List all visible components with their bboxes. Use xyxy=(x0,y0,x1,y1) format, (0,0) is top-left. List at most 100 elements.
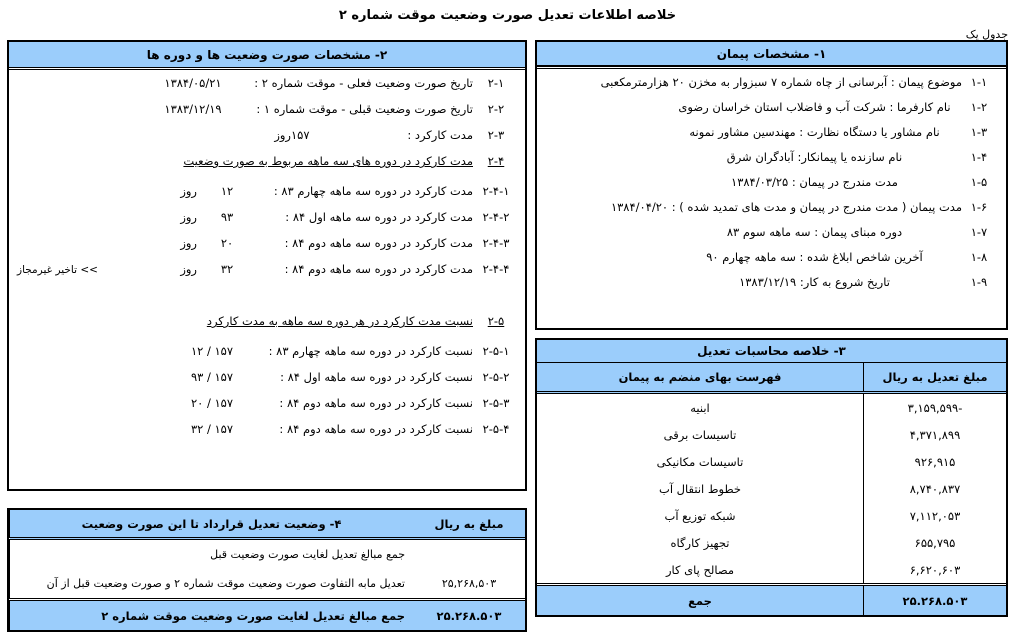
cell-description: تاسیسات مکانیکی xyxy=(656,454,744,469)
cell-description: تجهیز کارگاه xyxy=(670,535,730,550)
cell-description: خطوط انتقال آب xyxy=(659,481,741,496)
period-row-unit: روز xyxy=(274,128,291,142)
group-4-row-label: مدت کارکرد در دوره سه ماهه اول ۸۴ : xyxy=(285,210,473,224)
spec-row-number: ۱-۹ xyxy=(970,275,988,289)
group-5-row: ۲-۵-۴ نسبت کارکرد در دوره سه ماهه دوم ۸۴… xyxy=(9,422,525,448)
column-header-description: ۴- وضعیت تعدیل قرارداد تا این صورت وضعیت xyxy=(9,510,413,540)
group-4-row-unit: روز xyxy=(180,262,197,276)
table-row: ۷,۱۱۲,۰۵۳ شبکه توزیع آب xyxy=(537,502,1006,529)
cell-amount: ۲۵,۲۶۸,۵۰۳ xyxy=(441,577,497,590)
group-4-title-row: ۲-۴ مدت کارکرد در دوره های سه ماهه مربوط… xyxy=(9,154,525,184)
spec-row-text: موضوع پیمان : آبرسانی از چاه شماره ۷ سبز… xyxy=(600,75,962,89)
total-label: جمع مبالغ تعدیل لغایت صورت وضعیت موقت شم… xyxy=(9,598,413,630)
spec-row: ۱-۵ مدت مندرج در پیمان : ۱۳۸۴/۰۳/۲۵ xyxy=(547,175,996,200)
period-row: ۲-۳ مدت کارکرد : ۱۵۷ روز xyxy=(9,128,525,154)
group-5-row-value: ۱۵۷ / ۹۳ xyxy=(190,370,234,384)
group-4-row-number: ۲-۴-۱ xyxy=(482,184,510,198)
group-4-row-unit: روز xyxy=(180,236,197,250)
period-row-value: ۱۵۷ xyxy=(291,128,310,142)
group-4-row-label: مدت کارکرد در دوره سه ماهه چهارم ۸۳ : xyxy=(273,184,473,198)
column-header-amount: مبلغ تعدیل به ریال xyxy=(863,363,1006,394)
section-2-status-and-periods: ۲- مشخصات صورت وضعیت ها و دوره ها ۲-۱ تا… xyxy=(7,40,527,491)
cell-amount: ۷,۱۱۲,۰۵۳ xyxy=(863,502,1006,529)
group-4-row-unit: روز xyxy=(180,210,197,224)
group-4-row-value: ۱۲ xyxy=(220,184,234,198)
page-title: خلاصه اطلاعات تعدیل صورت وضعیت موقت شمار… xyxy=(338,8,677,23)
row-spacer xyxy=(9,288,525,314)
spec-row: ۱-۴ نام سازنده یا پیمانکار: آبادگران شرق xyxy=(547,150,996,175)
section-4-contract-adjustment-status: مبلغ به ریال ۴- وضعیت تعدیل قرارداد تا ا… xyxy=(7,508,527,632)
spec-row: ۱-۲ نام کارفرما : شرکت آب و فاضلاب استان… xyxy=(547,100,996,125)
group-4-row-value: ۳۲ xyxy=(220,262,234,276)
spec-row-text: نام کارفرما : شرکت آب و فاضلاب استان خرا… xyxy=(678,100,951,114)
group-5-row-value: ۱۵۷ / ۱۲ xyxy=(190,344,234,358)
table-row: ۹۲۶,۹۱۵ تاسیسات مکانیکی xyxy=(537,448,1006,475)
section-3-title: ۳- خلاصه محاسبات تعدیل xyxy=(537,340,1006,363)
unauthorized-delay-note: >> تاخیر غیرمجاز xyxy=(17,264,98,276)
group-4-row: ۲-۴-۱ مدت کارکرد در دوره سه ماهه چهارم ۸… xyxy=(9,184,525,210)
section-3-table: مبلغ تعدیل به ریال فهرست بهای منضم به پی… xyxy=(537,363,1006,615)
spec-row: ۱-۷ دوره مبنای پیمان : سه ماهه سوم ۸۳ xyxy=(547,225,996,250)
period-row-number: ۲-۳ xyxy=(487,128,505,142)
section-2-header: ۲- مشخصات صورت وضعیت ها و دوره ها xyxy=(9,42,525,67)
group-4-row: ۲-۴-۲ مدت کارکرد در دوره سه ماهه اول ۸۴ … xyxy=(9,210,525,236)
group-4-row: ۲-۴-۴ مدت کارکرد در دوره سه ماهه دوم ۸۴ … xyxy=(9,262,525,288)
table-total-row: ۲۵.۲۶۸.۵۰۳ جمع مبالغ تعدیل لغایت صورت وض… xyxy=(9,598,525,630)
column-header-description: فهرست بهای منضم به پیمان xyxy=(537,363,864,394)
section-1-header: ۱- مشخصات پیمان xyxy=(537,42,1006,66)
group-5-row-number: ۲-۵-۴ xyxy=(482,422,510,436)
group-4-title: مدت کارکرد در دوره های سه ماهه مربوط به … xyxy=(183,154,473,168)
cell-amount xyxy=(413,539,525,570)
section-3-adjustment-calculations: ۳- خلاصه محاسبات تعدیل مبلغ تعدیل به ریا… xyxy=(535,338,1008,617)
cell-amount: ۴,۳۷۱,۸۹۹ xyxy=(863,421,1006,448)
table-row: -۳,۱۵۹,۵۹۹ ابنیه xyxy=(537,392,1006,421)
period-row-number: ۲-۱ xyxy=(487,76,505,90)
table-total-row: ۲۵.۲۶۸.۵۰۳ جمع xyxy=(537,583,1006,615)
spec-row-text: تاریخ شروع به کار: ۱۳۸۳/۱۲/۱۹ xyxy=(739,275,890,289)
column-header-amount: مبلغ به ریال xyxy=(413,510,525,540)
group-5-title-row: ۲-۵ نسبت مدت کارکرد در هر دوره سه ماهه ب… xyxy=(9,314,525,344)
group-4-row-value: ۲۰ xyxy=(220,236,234,250)
spec-row-number: ۱-۲ xyxy=(970,100,988,114)
cell-description: تاسیسات برقی xyxy=(663,427,737,442)
period-row-number: ۲-۲ xyxy=(487,102,505,116)
cell-description: مصالح پای کار xyxy=(665,562,735,577)
period-row-value: ۱۳۸۴/۰۵/۲۱ xyxy=(164,76,222,90)
table-header-row: مبلغ تعدیل به ریال فهرست بهای منضم به پی… xyxy=(537,363,1006,394)
spec-row-number: ۱-۳ xyxy=(970,125,988,139)
spec-row: ۱-۸ آخرین شاخص ابلاغ شده : سه ماهه چهارم… xyxy=(547,250,996,275)
section-2-rows: ۲-۱ تاریخ صورت وضعیت فعلی - موقت شماره ۲… xyxy=(9,70,525,448)
cell-amount: ۹۲۶,۹۱۵ xyxy=(863,448,1006,475)
cell-description: ابنیه xyxy=(690,400,710,415)
group-4-number: ۲-۴ xyxy=(487,154,505,168)
section-1-contract-specifications: ۱- مشخصات پیمان ۱-۱ موضوع پیمان : آبرسان… xyxy=(535,40,1008,330)
spec-row: ۱-۱ موضوع پیمان : آبرسانی از چاه شماره ۷… xyxy=(547,75,996,100)
spec-row-number: ۱-۷ xyxy=(970,225,988,239)
spec-row-number: ۱-۴ xyxy=(970,150,988,164)
spec-row-number: ۱-۶ xyxy=(970,200,988,214)
spec-row-number: ۱-۵ xyxy=(970,175,988,189)
table-header-row: مبلغ به ریال ۴- وضعیت تعدیل قرارداد تا ا… xyxy=(9,510,525,540)
spec-row: ۱-۹ تاریخ شروع به کار: ۱۳۸۳/۱۲/۱۹ xyxy=(547,275,996,300)
group-5-row: ۲-۵-۱ نسبت کارکرد در دوره سه ماهه چهارم … xyxy=(9,344,525,370)
spec-row-text: نام سازنده یا پیمانکار: آبادگران شرق xyxy=(726,150,903,164)
group-5-row-number: ۲-۵-۲ xyxy=(482,370,510,384)
cell-description: تعدیل مابه التفاوت صورت وضعیت موقت شماره… xyxy=(9,569,413,600)
spec-row-number: ۱-۸ xyxy=(970,250,988,264)
table-row: ۲۵,۲۶۸,۵۰۳ تعدیل مابه التفاوت صورت وضعیت… xyxy=(9,569,526,600)
table-row: ۶۵۵,۷۹۵ تجهیز کارگاه xyxy=(537,529,1006,556)
total-label: جمع xyxy=(537,583,864,615)
spec-row-text: دوره مبنای پیمان : سه ماهه سوم ۸۳ xyxy=(726,225,903,239)
cell-amount: -۳,۱۵۹,۵۹۹ xyxy=(863,392,1006,421)
spec-row: ۱-۶ مدت پیمان ( مدت مندرج در پیمان و مدت… xyxy=(547,200,996,225)
group-5-row-value: ۱۵۷ / ۲۰ xyxy=(190,396,234,410)
group-5-row-label: نسبت کارکرد در دوره سه ماهه چهارم ۸۳ : xyxy=(268,344,473,358)
table-row: ۴,۳۷۱,۸۹۹ تاسیسات برقی xyxy=(537,421,1006,448)
period-row-value: ۱۳۸۳/۱۲/۱۹ xyxy=(164,102,222,116)
spec-row: ۱-۳ نام مشاور یا دستگاه نظارت : مهندسین … xyxy=(547,125,996,150)
group-5-row-label: نسبت کارکرد در دوره سه ماهه اول ۸۴ : xyxy=(280,370,473,384)
cell-amount: ۶,۶۲۰,۶۰۳ xyxy=(863,556,1006,585)
cell-amount: ۶۵۵,۷۹۵ xyxy=(863,529,1006,556)
group-4-row-number: ۲-۴-۲ xyxy=(482,210,510,224)
period-row: ۲-۱ تاریخ صورت وضعیت فعلی - موقت شماره ۲… xyxy=(9,76,525,102)
